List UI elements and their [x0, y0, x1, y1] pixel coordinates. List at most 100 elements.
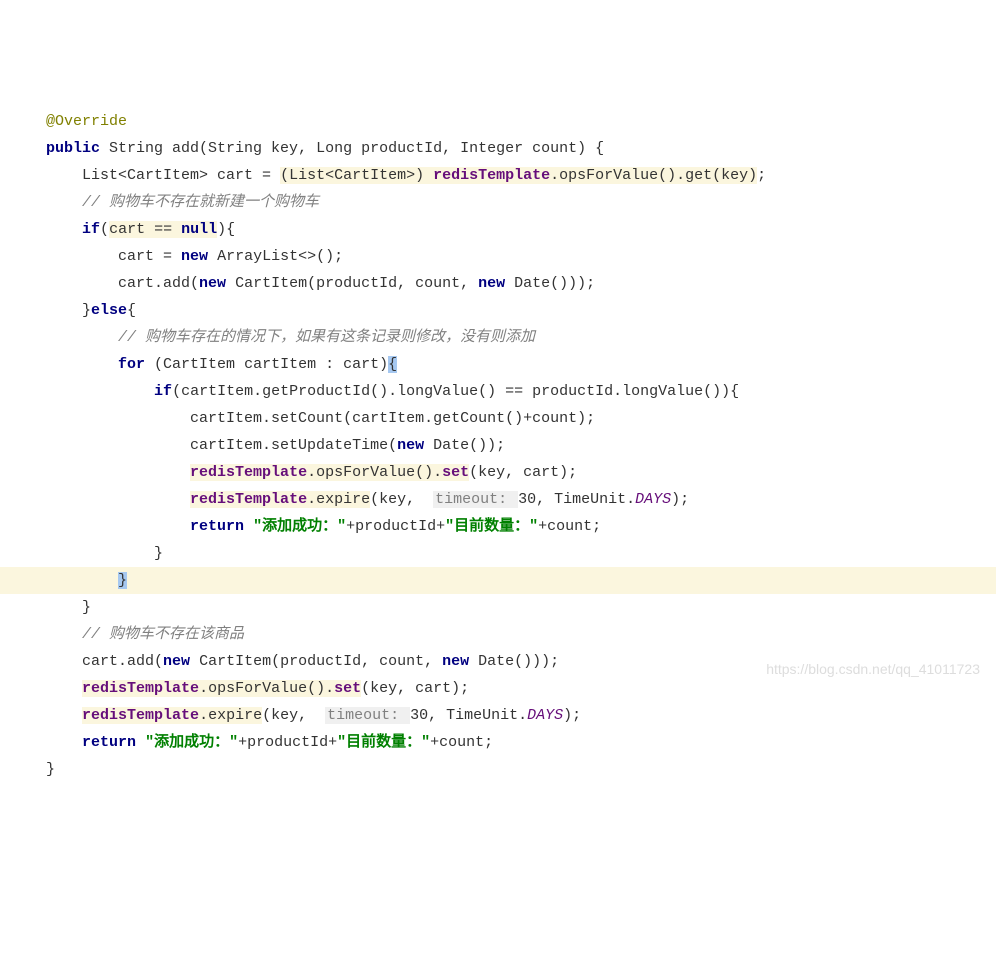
- code-text: cart.add(: [46, 275, 199, 292]
- code-text: [46, 572, 118, 589]
- code-text: +count;: [430, 734, 493, 751]
- code-line: public String add(String key, Long produ…: [0, 135, 996, 162]
- code-text: cart =: [46, 248, 181, 265]
- code-text: ArrayList<>();: [208, 248, 343, 265]
- code-text: +count;: [538, 518, 601, 535]
- static-field-days: DAYS: [635, 491, 671, 508]
- code-text: (key,: [370, 491, 433, 508]
- code-text: CartItem(productId, count,: [226, 275, 478, 292]
- code-text: +productId+: [346, 518, 445, 535]
- highlighted-code: redisTemplate.expire: [190, 491, 370, 508]
- code-text: 30, TimeUnit.: [410, 707, 527, 724]
- code-text: .expire: [199, 707, 262, 724]
- keyword-new: new: [199, 275, 226, 292]
- code-text: (List<CartItem>): [280, 167, 433, 184]
- code-text: [46, 383, 154, 400]
- code-line: redisTemplate.expire(key, timeout: 30, T…: [0, 486, 996, 513]
- code-text: [46, 680, 82, 697]
- inline-hint: timeout:: [433, 491, 518, 508]
- code-text: }: [46, 761, 55, 778]
- keyword-if: if: [154, 383, 172, 400]
- code-line: // 购物车存在的情况下，如果有这条记录则修改，没有则添加: [0, 324, 996, 351]
- highlighted-code: redisTemplate.expire: [82, 707, 262, 724]
- code-text: [46, 734, 82, 751]
- code-line: return "添加成功："+productId+"目前数量："+count;: [0, 729, 996, 756]
- code-text: .opsForValue().get(key): [550, 167, 757, 184]
- keyword-for: for: [118, 356, 145, 373]
- code-line: cartItem.setCount(cartItem.getCount()+co…: [0, 405, 996, 432]
- code-text: (key,: [262, 707, 325, 724]
- code-text: .opsForValue().: [307, 464, 442, 481]
- field-redis: redisTemplate: [190, 491, 307, 508]
- keyword-new: new: [163, 653, 190, 670]
- static-field-days: DAYS: [527, 707, 563, 724]
- code-text: [46, 707, 82, 724]
- field-redis: redisTemplate: [82, 680, 199, 697]
- caret-brace: }: [118, 572, 127, 589]
- code-line: redisTemplate.expire(key, timeout: 30, T…: [0, 702, 996, 729]
- code-line: }: [0, 756, 996, 783]
- watermark: https://blog.csdn.net/qq_41011723: [766, 657, 980, 682]
- string-literal: "添加成功：": [253, 518, 346, 535]
- method-set: set: [442, 464, 469, 481]
- keyword-else: else: [91, 302, 127, 319]
- comment: // 购物车不存在就新建一个购物车: [46, 194, 319, 211]
- annotation-override: @Override: [46, 113, 127, 130]
- string-literal: "目前数量：": [445, 518, 538, 535]
- code-text: {: [127, 302, 136, 319]
- code-text: List<CartItem> cart =: [46, 167, 280, 184]
- highlighted-code: (List<CartItem>) redisTemplate.opsForVal…: [280, 167, 757, 184]
- string-literal: "添加成功：": [145, 734, 238, 751]
- code-line: }: [0, 594, 996, 621]
- code-line: redisTemplate.opsForValue().set(key, car…: [0, 459, 996, 486]
- code-text: );: [671, 491, 689, 508]
- code-text: );: [563, 707, 581, 724]
- code-text: .expire: [307, 491, 370, 508]
- code-text: ;: [757, 167, 766, 184]
- code-text: }: [46, 545, 163, 562]
- code-text: (key, cart);: [361, 680, 469, 697]
- code-text: Date()));: [469, 653, 559, 670]
- code-text: }: [46, 599, 91, 616]
- code-line: return "添加成功："+productId+"目前数量："+count;: [0, 513, 996, 540]
- comment: // 购物车存在的情况下，如果有这条记录则修改，没有则添加: [46, 329, 535, 346]
- code-text: [46, 464, 190, 481]
- comment: // 购物车不存在该商品: [46, 626, 244, 643]
- keyword-return: return: [82, 734, 136, 751]
- method-set: set: [334, 680, 361, 697]
- code-line: }: [0, 540, 996, 567]
- code-text: cartItem.setCount(cartItem.getCount()+co…: [46, 410, 595, 427]
- caret-brace: {: [388, 356, 397, 373]
- code-line: cart = new ArrayList<>();: [0, 243, 996, 270]
- code-line: if(cartItem.getProductId().longValue() =…: [0, 378, 996, 405]
- keyword-return: return: [190, 518, 244, 535]
- code-line: List<CartItem> cart = (List<CartItem>) r…: [0, 162, 996, 189]
- code-text: (: [100, 221, 109, 238]
- keyword-new: new: [181, 248, 208, 265]
- highlighted-code: redisTemplate.opsForValue().set: [190, 464, 469, 481]
- code-text: 30, TimeUnit.: [518, 491, 635, 508]
- code-text: [46, 491, 190, 508]
- code-line: cart.add(new CartItem(productId, count, …: [0, 270, 996, 297]
- code-text: (CartItem cartItem : cart): [145, 356, 388, 373]
- highlighted-code: cart == null: [109, 221, 217, 238]
- keyword-null: null: [181, 221, 217, 238]
- inline-hint: timeout:: [325, 707, 410, 724]
- code-text: cart.add(: [46, 653, 163, 670]
- code-text: ){: [217, 221, 235, 238]
- keyword-if: if: [82, 221, 100, 238]
- keyword-new: new: [397, 437, 424, 454]
- highlighted-line: }: [0, 567, 996, 594]
- code-text: CartItem(productId, count,: [190, 653, 442, 670]
- code-text: }: [46, 302, 91, 319]
- string-literal: "目前数量：": [337, 734, 430, 751]
- code-line: // 购物车不存在该商品: [0, 621, 996, 648]
- code-line: }else{: [0, 297, 996, 324]
- code-line: cartItem.setUpdateTime(new Date());: [0, 432, 996, 459]
- keyword-new: new: [442, 653, 469, 670]
- code-line: // 购物车不存在就新建一个购物车: [0, 189, 996, 216]
- code-text: [136, 734, 145, 751]
- code-line: for (CartItem cartItem : cart){: [0, 351, 996, 378]
- code-text: (key, cart);: [469, 464, 577, 481]
- field-redis: redisTemplate: [82, 707, 199, 724]
